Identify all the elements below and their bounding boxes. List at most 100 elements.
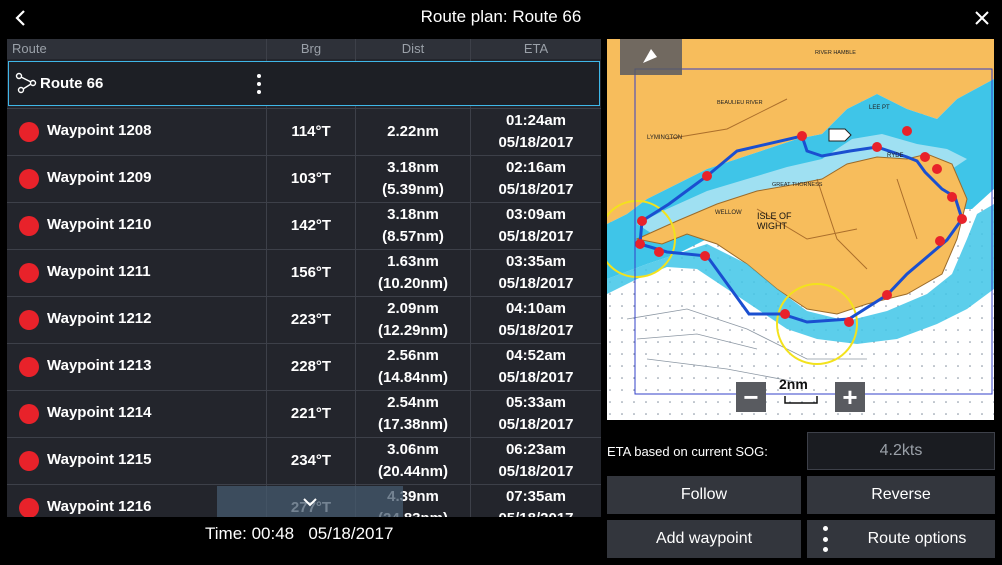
waypoint-eta-time: 05:33am	[505, 394, 567, 411]
waypoint-bearing: 223°T	[290, 311, 332, 328]
chart-map-canvas[interactable]: LYMINGTON BEAULIEU RIVER RIVER HAMBLE LE…	[607, 39, 994, 420]
reverse-button[interactable]: Reverse	[807, 476, 995, 514]
waypoint-distance-total: (17.38nm)	[377, 416, 449, 433]
waypoint-distance-total: (14.84nm)	[377, 369, 449, 386]
scale-bar	[784, 396, 818, 404]
waypoint-bearing: 142°T	[290, 217, 332, 234]
waypoint-distance-total: (8.57nm)	[382, 228, 444, 245]
chevron-down-icon	[303, 498, 317, 507]
waypoint-distance: 3.18nm	[387, 159, 439, 176]
table-row[interactable]: Waypoint 1215 234°T 3.06nm (20.44nm) 06:23am…	[7, 437, 601, 484]
waypoint-marker	[635, 239, 645, 249]
place-label-river-hamble: RIVER HAMBLE	[815, 50, 856, 56]
table-row[interactable]: Waypoint 1211 156°T 1.63nm (10.20nm) 03:35am…	[7, 249, 601, 296]
waypoint-name: Waypoint 1212	[47, 310, 152, 327]
waypoint-name: Waypoint 1215	[47, 451, 152, 468]
route-table: Route Brg Dist ETA Route 66 Waypoint 120…	[7, 39, 601, 517]
eta-sog-label: ETA based on current SOG:	[607, 444, 768, 459]
waypoint-eta-date: 05/18/2017	[498, 181, 574, 198]
route-menu-button[interactable]	[253, 72, 265, 96]
waypoint-marker	[637, 216, 647, 226]
table-row[interactable]: Waypoint 1212 223°T 2.09nm (12.29nm) 04:10am…	[7, 296, 601, 343]
waypoint-name: Waypoint 1216	[47, 498, 152, 515]
table-row[interactable]: Waypoint 1214 221°T 2.54nm (17.38nm) 05:33am…	[7, 390, 601, 437]
waypoint-marker	[654, 247, 664, 257]
current-time: Time: 00:48 05/18/2017	[205, 524, 393, 544]
waypoint-distance: 3.18nm	[387, 206, 439, 223]
waypoint-icon	[19, 451, 39, 471]
sog-value-field[interactable]: 4.2kts	[807, 432, 995, 470]
zoom-out-button[interactable]: −	[736, 382, 766, 412]
column-header-route[interactable]: Route	[7, 39, 266, 59]
waypoint-bearing: 234°T	[290, 452, 332, 469]
waypoint-marker	[947, 192, 957, 202]
column-header-brg[interactable]: Brg	[267, 39, 355, 59]
waypoint-icon	[19, 263, 39, 283]
waypoint-eta-time: 04:10am	[505, 300, 567, 317]
waypoint-marker	[935, 236, 945, 246]
route-row-selected[interactable]: Route 66	[8, 61, 600, 106]
waypoint-distance: 3.06nm	[387, 441, 439, 458]
route-options-label: Route options	[867, 530, 967, 547]
waypoint-name: Waypoint 1213	[47, 357, 152, 374]
zoom-in-button[interactable]: +	[835, 382, 865, 412]
waypoint-icon	[19, 310, 39, 330]
place-label-ryde: RYDE	[887, 153, 904, 159]
waypoint-eta-time: 06:23am	[505, 441, 567, 458]
table-row[interactable]: Waypoint 1209 103°T 3.18nm (5.39nm) 02:16am 0…	[7, 155, 601, 202]
waypoint-eta-date: 05/18/2017	[498, 275, 574, 292]
waypoint-eta-date: 05/18/2017	[498, 369, 574, 386]
waypoint-name: Waypoint 1210	[47, 216, 152, 233]
waypoint-name: Waypoint 1211	[47, 263, 151, 280]
waypoint-marker	[932, 164, 942, 174]
place-label-beaulieu: BEAULIEU RIVER	[717, 100, 763, 106]
table-row[interactable]: Waypoint 1208 114°T 2.22nm 01:24am 05/18/201…	[7, 108, 601, 155]
place-label-lee-pt: LEE PT	[869, 105, 890, 111]
add-waypoint-button[interactable]: Add waypoint	[607, 520, 801, 558]
kebab-icon	[823, 526, 829, 552]
table-row[interactable]: Waypoint 1213 228°T 2.56nm (14.84nm) 04:52am…	[7, 343, 601, 390]
kebab-dot	[257, 90, 261, 94]
waypoint-marker	[882, 290, 892, 300]
waypoint-distance-total: (12.29nm)	[377, 322, 449, 339]
page-title: Route plan: Route 66	[420, 7, 582, 26]
title-bar: Route plan: Route 66	[0, 0, 1002, 36]
waypoint-bearing: 156°T	[290, 264, 332, 281]
place-label-lymington: LYMINGTON	[647, 135, 682, 141]
waypoint-eta-time: 07:35am	[505, 488, 567, 505]
waypoint-distance-total: (5.39nm)	[382, 181, 444, 198]
follow-button[interactable]: Follow	[607, 476, 801, 514]
waypoint-name: Waypoint 1208	[47, 122, 152, 139]
waypoint-eta-time: 03:09am	[505, 206, 567, 223]
close-button[interactable]	[968, 4, 996, 32]
waypoint-eta-date: 05/18/2017	[498, 228, 574, 245]
waypoint-distance: 2.56nm	[387, 347, 439, 364]
waypoint-eta-time: 02:16am	[505, 159, 567, 176]
waypoint-bearing: 221°T	[290, 405, 332, 422]
waypoint-distance-total: (10.20nm)	[377, 275, 449, 292]
waypoint-eta-date: 05/18/2017	[498, 463, 574, 480]
waypoint-distance: 2.54nm	[387, 394, 439, 411]
waypoint-eta-time: 04:52am	[505, 347, 567, 364]
waypoint-marker	[957, 214, 967, 224]
waypoint-distance-total: (20.44nm)	[377, 463, 449, 480]
chart-map[interactable]: LYMINGTON BEAULIEU RIVER RIVER HAMBLE LE…	[607, 39, 994, 420]
waypoint-bearing: 103°T	[290, 170, 332, 187]
waypoint-marker	[844, 317, 854, 327]
scroll-down-button[interactable]	[217, 486, 403, 517]
column-header-eta[interactable]: ETA	[471, 39, 601, 59]
waypoint-eta-time: 03:35am	[505, 253, 567, 270]
scale-label: 2nm	[779, 376, 808, 392]
place-label-great-thorness: GREAT THORNESS	[772, 182, 823, 188]
kebab-dot	[257, 82, 261, 86]
waypoint-icon	[19, 216, 39, 236]
kebab-dot	[257, 74, 261, 78]
waypoint-name: Waypoint 1214	[47, 404, 152, 421]
route-name: Route 66	[40, 75, 104, 92]
route-options-button[interactable]: Route options	[807, 520, 995, 558]
column-header-dist[interactable]: Dist	[356, 39, 470, 59]
waypoint-distance: 2.09nm	[387, 300, 439, 317]
waypoint-icon	[19, 169, 39, 189]
table-row[interactable]: Waypoint 1210 142°T 3.18nm (8.57nm) 03:09am 0…	[7, 202, 601, 249]
place-label-wellow: WELLOW	[715, 210, 742, 216]
